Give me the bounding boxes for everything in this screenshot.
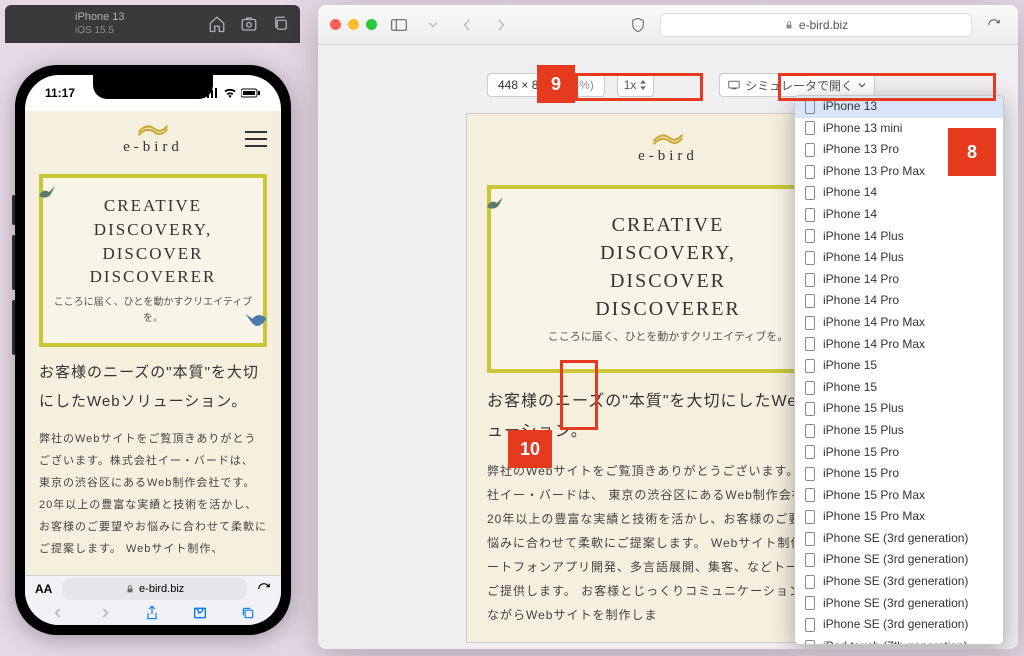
site-logo[interactable]: e-bird [509, 130, 827, 165]
address-bar[interactable]: e-bird.biz [660, 13, 972, 37]
lock-icon [125, 584, 135, 594]
device-option[interactable]: iPhone 14 Pro [795, 290, 1003, 312]
device-option[interactable]: iPhone 15 Plus [795, 420, 1003, 442]
bird-decoration-icon [483, 193, 507, 217]
reload-icon[interactable] [982, 15, 1006, 35]
annotation-label-8: 8 [948, 128, 996, 176]
sidebar-toggle-icon[interactable] [387, 15, 411, 35]
reader-aa-button[interactable]: AA [35, 582, 52, 596]
safari-window: e-bird.biz 448 × 800 (84%) 1x シミュレータで開く [318, 5, 1018, 649]
simulator-titlebar: iPhone 13 iOS 15.5 [5, 5, 300, 43]
minimize-window-button[interactable] [348, 19, 359, 30]
device-option[interactable]: iPhone 14 Pro Max [795, 334, 1003, 356]
site-logo[interactable]: e-bird [61, 121, 245, 156]
device-dropdown[interactable]: iPhone 13iPhone 13 miniiPhone 13 ProiPho… [794, 95, 1004, 645]
body-paragraph: 弊社のWebサイトをご覧頂きありがとうございます。株式会社イー・バードは、 東京… [39, 428, 267, 560]
device-option[interactable]: iPhone 14 [795, 182, 1003, 204]
bird-decoration-icon [35, 182, 59, 206]
forward-icon[interactable] [489, 15, 513, 35]
device-option[interactable]: iPhone 15 Pro Max [795, 485, 1003, 507]
device-option[interactable]: iPhone 14 Plus [795, 247, 1003, 269]
hero-subtitle: こころに届く、ひとを動かすクリエイティブを。 [53, 295, 253, 327]
hamburger-menu-icon[interactable] [245, 131, 267, 147]
body-heading: お客様のニーズの"本質"を大切にしたWebソリューション。 [39, 359, 267, 416]
device-option[interactable]: iPhone 15 [795, 355, 1003, 377]
simulator-ios-version: iOS 15.5 [75, 25, 125, 37]
device-icon [728, 80, 740, 90]
screenshot-icon[interactable] [240, 15, 258, 33]
device-option[interactable]: iPhone 15 Pro Max [795, 506, 1003, 528]
shield-icon[interactable] [626, 15, 650, 35]
window-chrome: e-bird.biz [318, 5, 1018, 45]
tabs-icon[interactable] [241, 606, 255, 620]
safari-bottom-bar: AA e-bird.biz [25, 575, 281, 625]
bookmarks-icon[interactable] [192, 606, 208, 620]
device-option[interactable]: iPhone 15 [795, 377, 1003, 399]
device-option[interactable]: iPhone 15 Pro [795, 463, 1003, 485]
device-option[interactable]: iPhone SE (3rd generation) [795, 571, 1003, 593]
url-field[interactable]: e-bird.biz [62, 578, 247, 600]
duplicate-icon[interactable] [272, 15, 290, 33]
share-icon[interactable] [145, 605, 159, 621]
hero-section: CREATIVE DISCOVERY, DISCOVER DISCOVERER … [39, 174, 267, 347]
annotation-box-9 [575, 73, 703, 101]
annotation-label-9: 9 [537, 65, 575, 103]
close-window-button[interactable] [330, 19, 341, 30]
maximize-window-button[interactable] [366, 19, 377, 30]
reload-icon[interactable] [257, 582, 271, 596]
device-option[interactable]: iPhone 15 Plus [795, 398, 1003, 420]
annotation-label-10: 10 [508, 430, 552, 468]
wifi-icon [223, 88, 237, 98]
device-option[interactable]: iPhone 14 Plus [795, 226, 1003, 248]
device-option[interactable]: iPhone SE (3rd generation) [795, 593, 1003, 615]
home-icon[interactable] [208, 15, 226, 33]
device-option[interactable]: iPhone 14 [795, 204, 1003, 226]
back-icon[interactable] [455, 15, 479, 35]
annotation-box-8 [778, 73, 996, 101]
device-option[interactable]: iPod touch (7th generation) [795, 636, 1003, 645]
bird-decoration-icon [243, 307, 271, 335]
forward-icon[interactable] [98, 606, 112, 620]
battery-icon [241, 88, 261, 98]
device-option[interactable]: iPhone SE (3rd generation) [795, 614, 1003, 636]
chevron-down-icon[interactable] [421, 15, 445, 35]
device-option[interactable]: iPhone 14 Pro Max [795, 312, 1003, 334]
device-option[interactable]: iPhone SE (3rd generation) [795, 528, 1003, 550]
simulator-device-name: iPhone 13 [75, 11, 125, 24]
status-time: 11:17 [45, 86, 75, 100]
device-option[interactable]: iPhone 15 Pro [795, 442, 1003, 464]
device-option[interactable]: iPhone 14 Pro [795, 269, 1003, 291]
iphone-simulator-frame: 11:17 e-bird CREATIVE DI [15, 65, 291, 635]
iphone-notch [93, 75, 213, 99]
device-option[interactable]: iPhone SE (3rd generation) [795, 549, 1003, 571]
lock-icon [784, 20, 794, 30]
back-icon[interactable] [51, 606, 65, 620]
logo-swoosh-icon [137, 121, 169, 137]
annotation-box-10 [560, 360, 598, 430]
